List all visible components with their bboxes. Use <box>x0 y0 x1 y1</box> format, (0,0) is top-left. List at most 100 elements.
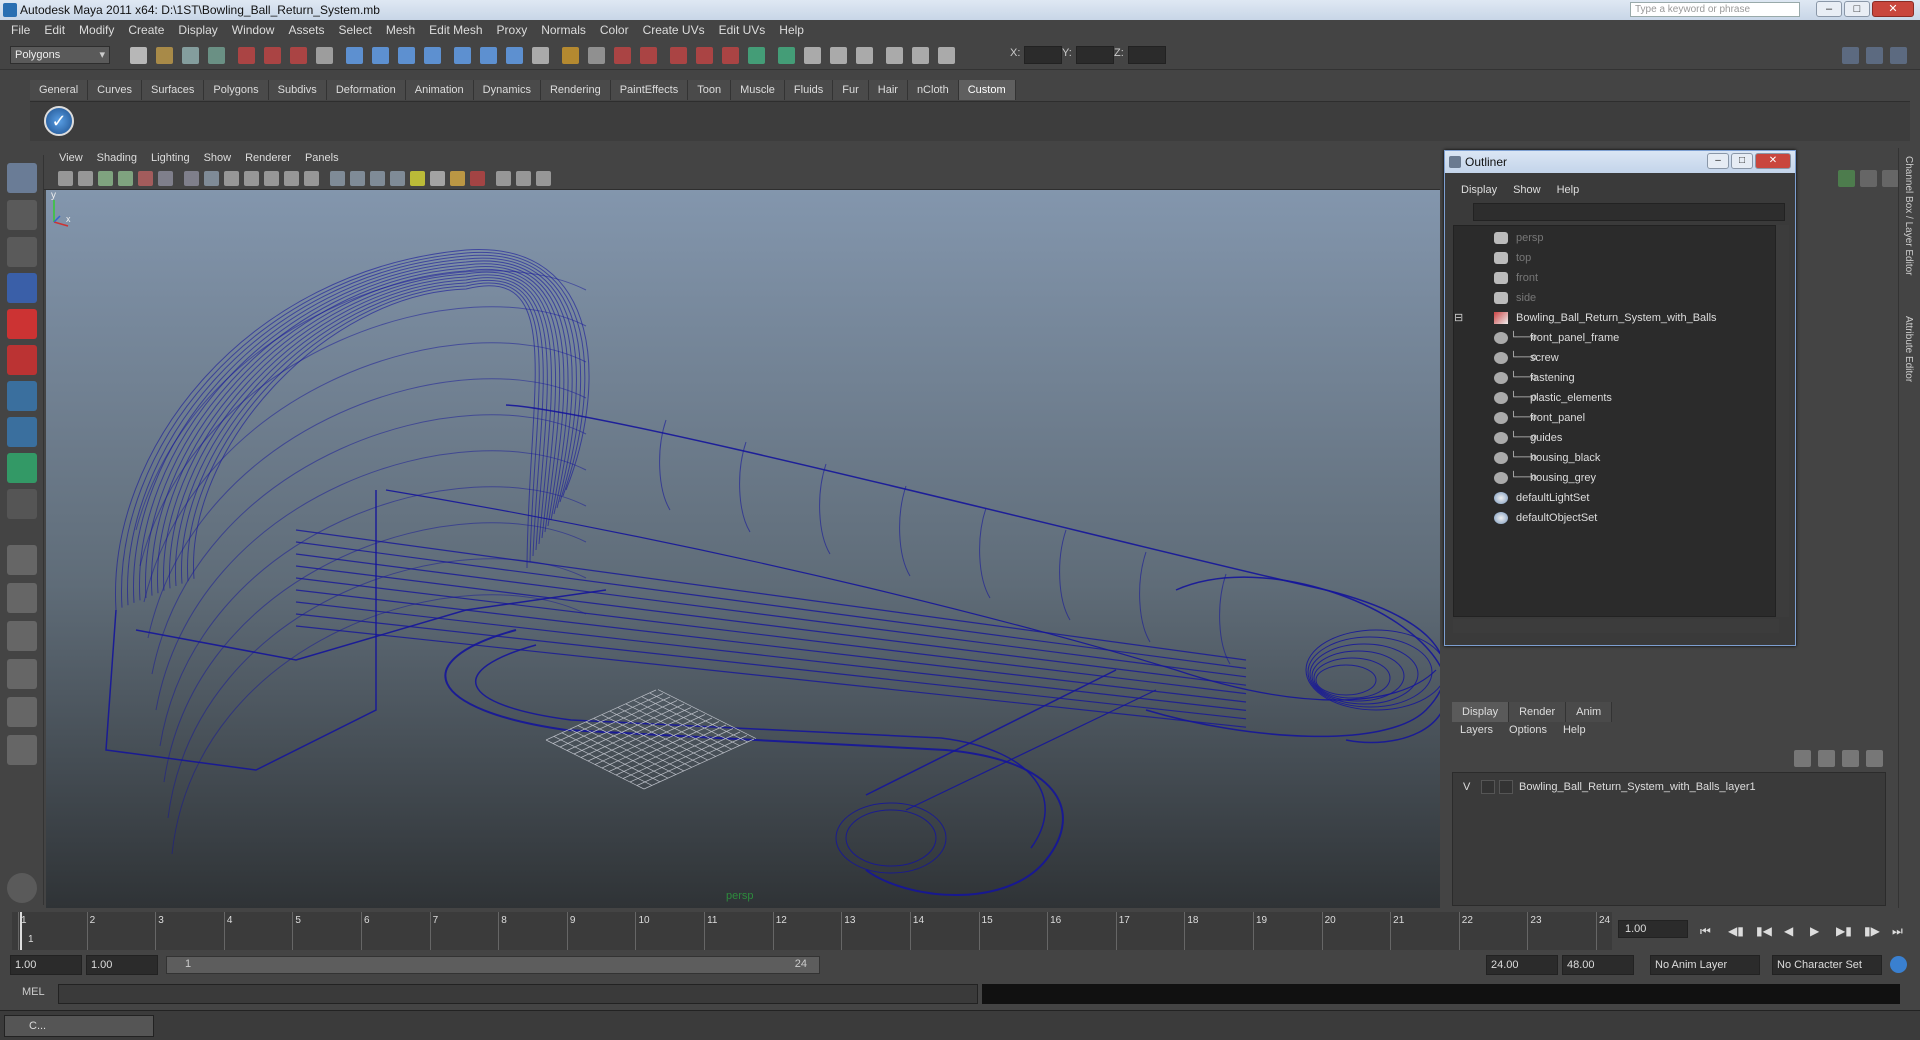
rotate-tool-icon[interactable] <box>7 309 37 339</box>
status-tool-27-icon[interactable] <box>830 47 847 64</box>
go-to-start-icon[interactable]: ⏮ <box>1700 924 1711 939</box>
menu-modify[interactable]: Modify <box>72 23 121 37</box>
step-back-key-icon[interactable]: ▮◀ <box>1756 924 1772 938</box>
status-tool-6-icon[interactable] <box>264 47 281 64</box>
last-tool-icon[interactable] <box>7 489 37 519</box>
outliner-item-front[interactable]: front <box>1454 268 1774 288</box>
end-time-field[interactable]: 48.00 <box>1562 955 1634 975</box>
current-time-marker[interactable]: 1 <box>28 934 34 945</box>
outliner-item-housing-black[interactable]: housing_black └──o <box>1454 448 1774 468</box>
move-tool-icon[interactable] <box>7 273 37 303</box>
current-frame-field[interactable]: 1.00 <box>1618 920 1688 938</box>
status-tool-3-icon[interactable] <box>182 47 199 64</box>
viewport-tool-19-icon[interactable] <box>430 171 445 186</box>
layer-row[interactable]: V Bowling_Ball_Return_System_with_Balls_l… <box>1453 777 1885 797</box>
status-tool-13-icon[interactable] <box>454 47 471 64</box>
anim-layer-dropdown[interactable]: No Anim Layer <box>1650 955 1760 975</box>
menu-file[interactable]: File <box>4 23 37 37</box>
outliner-item-defaultobjectset[interactable]: defaultObjectSet <box>1454 508 1774 528</box>
shelf-tab-fur[interactable]: Fur <box>833 80 869 100</box>
shelf-tab-painteffects[interactable]: PaintEffects <box>610 80 689 100</box>
status-tool-14-icon[interactable] <box>480 47 497 64</box>
outliner-item-side[interactable]: side <box>1454 288 1774 308</box>
viewport-tool-21-icon[interactable] <box>470 171 485 186</box>
status-tool-22-icon[interactable] <box>696 47 713 64</box>
status-tool-5-icon[interactable] <box>238 47 255 64</box>
menu-edit[interactable]: Edit <box>37 23 72 37</box>
outliner-filter-input[interactable] <box>1473 203 1785 221</box>
outliner-item-top[interactable]: top <box>1454 248 1774 268</box>
menu-create[interactable]: Create <box>121 23 171 37</box>
outliner-horizontal-scrollbar[interactable] <box>1453 619 1779 633</box>
viewport-menu-show[interactable]: Show <box>197 152 239 164</box>
menu-set-dropdown[interactable]: Polygons <box>10 46 110 64</box>
layer-visibility-toggle[interactable]: V <box>1463 777 1470 797</box>
outliner-item-plastic-elements[interactable]: plastic_elements └──o <box>1454 388 1774 408</box>
viewport-menu-renderer[interactable]: Renderer <box>238 152 298 164</box>
step-back-frame-icon[interactable]: ◀▮ <box>1728 924 1744 938</box>
shelf-tab-ncloth[interactable]: nCloth <box>907 80 959 100</box>
menu-mesh[interactable]: Mesh <box>379 23 422 37</box>
viewport-tool-22-icon[interactable] <box>496 171 511 186</box>
checkmark-shelf-button[interactable]: ✓ <box>44 106 74 136</box>
status-tool-29-icon[interactable] <box>886 47 903 64</box>
outliner-item-defaultlightset[interactable]: defaultLightSet <box>1454 488 1774 508</box>
outliner-item-front-panel-frame[interactable]: front_panel_frame └──o <box>1454 328 1774 348</box>
outliner-item-screw[interactable]: screw └──o <box>1454 348 1774 368</box>
universal-manip-icon[interactable] <box>7 381 37 411</box>
playback-end-field[interactable]: 24.00 <box>1486 955 1558 975</box>
status-tool-11-icon[interactable] <box>398 47 415 64</box>
status-tool-16-icon[interactable] <box>532 47 549 64</box>
viewport-menu-view[interactable]: View <box>52 152 90 164</box>
layer-color-swatch[interactable] <box>1499 780 1513 794</box>
status-tool-28-icon[interactable] <box>856 47 873 64</box>
step-forward-key-icon[interactable]: ▶▮ <box>1836 924 1852 938</box>
menu-assets[interactable]: Assets <box>281 23 331 37</box>
outliner-menu-help[interactable]: Help <box>1549 181 1588 199</box>
shelf-tab-polygons[interactable]: Polygons <box>204 80 269 100</box>
soft-mod-icon[interactable] <box>7 417 37 447</box>
shelf-tab-animation[interactable]: Animation <box>405 80 474 100</box>
viewport-tool-17-icon[interactable] <box>390 171 405 186</box>
outliner-menu-show[interactable]: Show <box>1505 181 1549 199</box>
shelf-tab-subdivs[interactable]: Subdivs <box>268 80 327 100</box>
viewport-tool-15-icon[interactable] <box>350 171 365 186</box>
outliner-item-front-panel[interactable]: front_panel └──o <box>1454 408 1774 428</box>
maximize-button[interactable]: □ <box>1844 1 1870 17</box>
layer-tab-anim[interactable]: Anim <box>1566 702 1613 722</box>
quick-layout-icon[interactable] <box>7 873 37 903</box>
layer-up-icon[interactable] <box>1842 750 1859 767</box>
shelf-tab-toon[interactable]: Toon <box>688 80 732 100</box>
shelf-tab-deformation[interactable]: Deformation <box>326 80 406 100</box>
status-tool-31-icon[interactable] <box>938 47 955 64</box>
outliner-close-button[interactable]: ✕ <box>1755 153 1791 169</box>
viewport-tool-24-icon[interactable] <box>536 171 551 186</box>
menu-proxy[interactable]: Proxy <box>490 23 535 37</box>
time-slider[interactable]: 1 2 3 4 5 6 7 8 9 10 11 12 13 14 15 16 17 18 19 20 21 22 23 24 1… <box>0 912 1920 950</box>
new-layer-icon[interactable] <box>1794 750 1811 767</box>
hypershade-layout-icon[interactable] <box>7 735 37 765</box>
outliner-item-guides[interactable]: guides └──o <box>1454 428 1774 448</box>
viewport-tool-23-icon[interactable] <box>516 171 531 186</box>
viewport-tool-11-icon[interactable] <box>264 171 279 186</box>
viewport-tool-5-icon[interactable] <box>138 171 153 186</box>
status-tool-30-icon[interactable] <box>912 47 929 64</box>
menu-edit-uvs[interactable]: Edit UVs <box>712 23 773 37</box>
status-tool-8-icon[interactable] <box>316 47 333 64</box>
outliner-vertical-scrollbar[interactable] <box>1775 225 1789 617</box>
new-layer-selected-icon[interactable] <box>1818 750 1835 767</box>
status-tool-19-icon[interactable] <box>614 47 631 64</box>
single-pane-layout-icon[interactable] <box>7 545 37 575</box>
layer-down-icon[interactable] <box>1866 750 1883 767</box>
viewport-menu-lighting[interactable]: Lighting <box>144 152 197 164</box>
viewport-tool-8-icon[interactable] <box>204 171 219 186</box>
menu-select[interactable]: Select <box>331 23 378 37</box>
layer-menu-help[interactable]: Help <box>1555 724 1594 736</box>
channel-box-toggle-icon[interactable] <box>1842 47 1859 64</box>
layer-menu-options[interactable]: Options <box>1501 724 1555 736</box>
status-tool-18-icon[interactable] <box>588 47 605 64</box>
viewport-tool-4-icon[interactable] <box>118 171 133 186</box>
help-search-input[interactable]: Type a keyword or phrase <box>1630 2 1800 17</box>
playback-start-field[interactable]: 1.00 <box>86 955 158 975</box>
play-backward-icon[interactable]: ◀ <box>1784 924 1793 938</box>
